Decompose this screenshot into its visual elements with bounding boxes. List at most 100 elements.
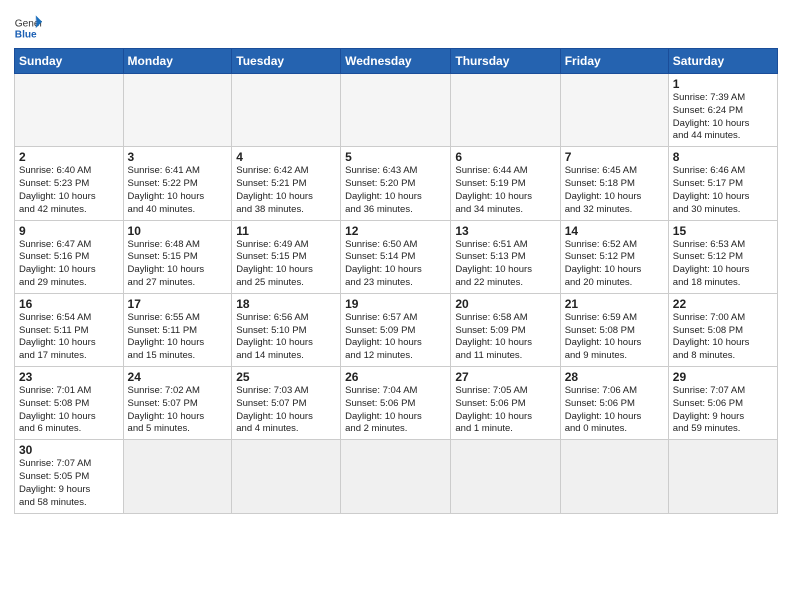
day-info: Sunrise: 6:59 AM Sunset: 5:08 PM Dayligh… <box>565 312 642 361</box>
calendar-day-cell: 10Sunrise: 6:48 AM Sunset: 5:15 PM Dayli… <box>123 220 232 293</box>
calendar-day-cell <box>341 74 451 147</box>
day-number: 16 <box>19 297 119 311</box>
calendar-day-cell: 5Sunrise: 6:43 AM Sunset: 5:20 PM Daylig… <box>341 147 451 220</box>
day-info: Sunrise: 6:41 AM Sunset: 5:22 PM Dayligh… <box>128 165 205 214</box>
calendar-day-cell: 9Sunrise: 6:47 AM Sunset: 5:16 PM Daylig… <box>15 220 124 293</box>
header: General Blue <box>14 10 778 42</box>
day-number: 30 <box>19 443 119 457</box>
calendar-day-cell: 7Sunrise: 6:45 AM Sunset: 5:18 PM Daylig… <box>560 147 668 220</box>
day-number: 3 <box>128 150 228 164</box>
calendar-day-cell <box>451 74 560 147</box>
day-number: 25 <box>236 370 336 384</box>
day-info: Sunrise: 6:40 AM Sunset: 5:23 PM Dayligh… <box>19 165 96 214</box>
calendar-day-cell: 28Sunrise: 7:06 AM Sunset: 5:06 PM Dayli… <box>560 367 668 440</box>
calendar-day-cell <box>232 74 341 147</box>
day-info: Sunrise: 6:48 AM Sunset: 5:15 PM Dayligh… <box>128 239 205 288</box>
calendar-day-cell <box>668 440 777 513</box>
day-number: 11 <box>236 224 336 238</box>
weekday-header-thursday: Thursday <box>451 49 560 74</box>
calendar-day-cell: 1Sunrise: 7:39 AM Sunset: 6:24 PM Daylig… <box>668 74 777 147</box>
day-number: 1 <box>673 77 773 91</box>
day-number: 26 <box>345 370 446 384</box>
calendar-day-cell: 19Sunrise: 6:57 AM Sunset: 5:09 PM Dayli… <box>341 293 451 366</box>
calendar-day-cell: 30Sunrise: 7:07 AM Sunset: 5:05 PM Dayli… <box>15 440 124 513</box>
calendar-day-cell: 23Sunrise: 7:01 AM Sunset: 5:08 PM Dayli… <box>15 367 124 440</box>
calendar-day-cell: 4Sunrise: 6:42 AM Sunset: 5:21 PM Daylig… <box>232 147 341 220</box>
day-info: Sunrise: 6:51 AM Sunset: 5:13 PM Dayligh… <box>455 239 532 288</box>
day-number: 17 <box>128 297 228 311</box>
day-info: Sunrise: 7:04 AM Sunset: 5:06 PM Dayligh… <box>345 385 422 434</box>
day-info: Sunrise: 7:39 AM Sunset: 6:24 PM Dayligh… <box>673 92 750 141</box>
day-info: Sunrise: 7:02 AM Sunset: 5:07 PM Dayligh… <box>128 385 205 434</box>
calendar-week-row: 30Sunrise: 7:07 AM Sunset: 5:05 PM Dayli… <box>15 440 778 513</box>
calendar-week-row: 1Sunrise: 7:39 AM Sunset: 6:24 PM Daylig… <box>15 74 778 147</box>
calendar-day-cell <box>232 440 341 513</box>
calendar-day-cell: 27Sunrise: 7:05 AM Sunset: 5:06 PM Dayli… <box>451 367 560 440</box>
day-info: Sunrise: 6:49 AM Sunset: 5:15 PM Dayligh… <box>236 239 313 288</box>
day-number: 8 <box>673 150 773 164</box>
day-info: Sunrise: 6:46 AM Sunset: 5:17 PM Dayligh… <box>673 165 750 214</box>
calendar-day-cell: 16Sunrise: 6:54 AM Sunset: 5:11 PM Dayli… <box>15 293 124 366</box>
day-info: Sunrise: 6:57 AM Sunset: 5:09 PM Dayligh… <box>345 312 422 361</box>
calendar-week-row: 23Sunrise: 7:01 AM Sunset: 5:08 PM Dayli… <box>15 367 778 440</box>
day-info: Sunrise: 7:03 AM Sunset: 5:07 PM Dayligh… <box>236 385 313 434</box>
day-number: 19 <box>345 297 446 311</box>
day-info: Sunrise: 6:54 AM Sunset: 5:11 PM Dayligh… <box>19 312 96 361</box>
calendar-day-cell: 11Sunrise: 6:49 AM Sunset: 5:15 PM Dayli… <box>232 220 341 293</box>
day-number: 13 <box>455 224 555 238</box>
calendar-day-cell <box>560 440 668 513</box>
calendar-day-cell: 20Sunrise: 6:58 AM Sunset: 5:09 PM Dayli… <box>451 293 560 366</box>
calendar-day-cell: 26Sunrise: 7:04 AM Sunset: 5:06 PM Dayli… <box>341 367 451 440</box>
weekday-header-tuesday: Tuesday <box>232 49 341 74</box>
day-info: Sunrise: 6:53 AM Sunset: 5:12 PM Dayligh… <box>673 239 750 288</box>
day-number: 10 <box>128 224 228 238</box>
day-info: Sunrise: 7:06 AM Sunset: 5:06 PM Dayligh… <box>565 385 642 434</box>
calendar-week-row: 16Sunrise: 6:54 AM Sunset: 5:11 PM Dayli… <box>15 293 778 366</box>
day-number: 9 <box>19 224 119 238</box>
calendar-day-cell: 25Sunrise: 7:03 AM Sunset: 5:07 PM Dayli… <box>232 367 341 440</box>
calendar-day-cell: 24Sunrise: 7:02 AM Sunset: 5:07 PM Dayli… <box>123 367 232 440</box>
day-info: Sunrise: 6:44 AM Sunset: 5:19 PM Dayligh… <box>455 165 532 214</box>
calendar-day-cell: 17Sunrise: 6:55 AM Sunset: 5:11 PM Dayli… <box>123 293 232 366</box>
calendar-day-cell: 3Sunrise: 6:41 AM Sunset: 5:22 PM Daylig… <box>123 147 232 220</box>
calendar-day-cell <box>123 74 232 147</box>
calendar-week-row: 9Sunrise: 6:47 AM Sunset: 5:16 PM Daylig… <box>15 220 778 293</box>
day-info: Sunrise: 6:47 AM Sunset: 5:16 PM Dayligh… <box>19 239 96 288</box>
calendar-page: General Blue SundayMondayTuesdayWednesda… <box>0 0 792 612</box>
calendar-day-cell <box>123 440 232 513</box>
calendar-day-cell: 15Sunrise: 6:53 AM Sunset: 5:12 PM Dayli… <box>668 220 777 293</box>
day-number: 14 <box>565 224 664 238</box>
day-number: 7 <box>565 150 664 164</box>
day-number: 24 <box>128 370 228 384</box>
day-number: 6 <box>455 150 555 164</box>
day-number: 23 <box>19 370 119 384</box>
calendar-table: SundayMondayTuesdayWednesdayThursdayFrid… <box>14 48 778 514</box>
calendar-day-cell: 22Sunrise: 7:00 AM Sunset: 5:08 PM Dayli… <box>668 293 777 366</box>
logo: General Blue <box>14 14 42 42</box>
day-info: Sunrise: 6:55 AM Sunset: 5:11 PM Dayligh… <box>128 312 205 361</box>
day-info: Sunrise: 6:50 AM Sunset: 5:14 PM Dayligh… <box>345 239 422 288</box>
calendar-day-cell: 14Sunrise: 6:52 AM Sunset: 5:12 PM Dayli… <box>560 220 668 293</box>
day-number: 15 <box>673 224 773 238</box>
day-info: Sunrise: 7:01 AM Sunset: 5:08 PM Dayligh… <box>19 385 96 434</box>
calendar-day-cell: 18Sunrise: 6:56 AM Sunset: 5:10 PM Dayli… <box>232 293 341 366</box>
calendar-day-cell: 8Sunrise: 6:46 AM Sunset: 5:17 PM Daylig… <box>668 147 777 220</box>
generalblue-logo-icon: General Blue <box>14 14 42 42</box>
day-info: Sunrise: 6:42 AM Sunset: 5:21 PM Dayligh… <box>236 165 313 214</box>
calendar-day-cell: 21Sunrise: 6:59 AM Sunset: 5:08 PM Dayli… <box>560 293 668 366</box>
day-number: 2 <box>19 150 119 164</box>
calendar-day-cell: 6Sunrise: 6:44 AM Sunset: 5:19 PM Daylig… <box>451 147 560 220</box>
day-number: 18 <box>236 297 336 311</box>
day-number: 22 <box>673 297 773 311</box>
day-number: 21 <box>565 297 664 311</box>
calendar-day-cell: 2Sunrise: 6:40 AM Sunset: 5:23 PM Daylig… <box>15 147 124 220</box>
day-info: Sunrise: 6:56 AM Sunset: 5:10 PM Dayligh… <box>236 312 313 361</box>
day-number: 27 <box>455 370 555 384</box>
calendar-week-row: 2Sunrise: 6:40 AM Sunset: 5:23 PM Daylig… <box>15 147 778 220</box>
day-info: Sunrise: 7:05 AM Sunset: 5:06 PM Dayligh… <box>455 385 532 434</box>
day-info: Sunrise: 6:43 AM Sunset: 5:20 PM Dayligh… <box>345 165 422 214</box>
calendar-day-cell <box>341 440 451 513</box>
svg-text:Blue: Blue <box>15 29 37 40</box>
calendar-day-cell: 12Sunrise: 6:50 AM Sunset: 5:14 PM Dayli… <box>341 220 451 293</box>
day-info: Sunrise: 7:00 AM Sunset: 5:08 PM Dayligh… <box>673 312 750 361</box>
